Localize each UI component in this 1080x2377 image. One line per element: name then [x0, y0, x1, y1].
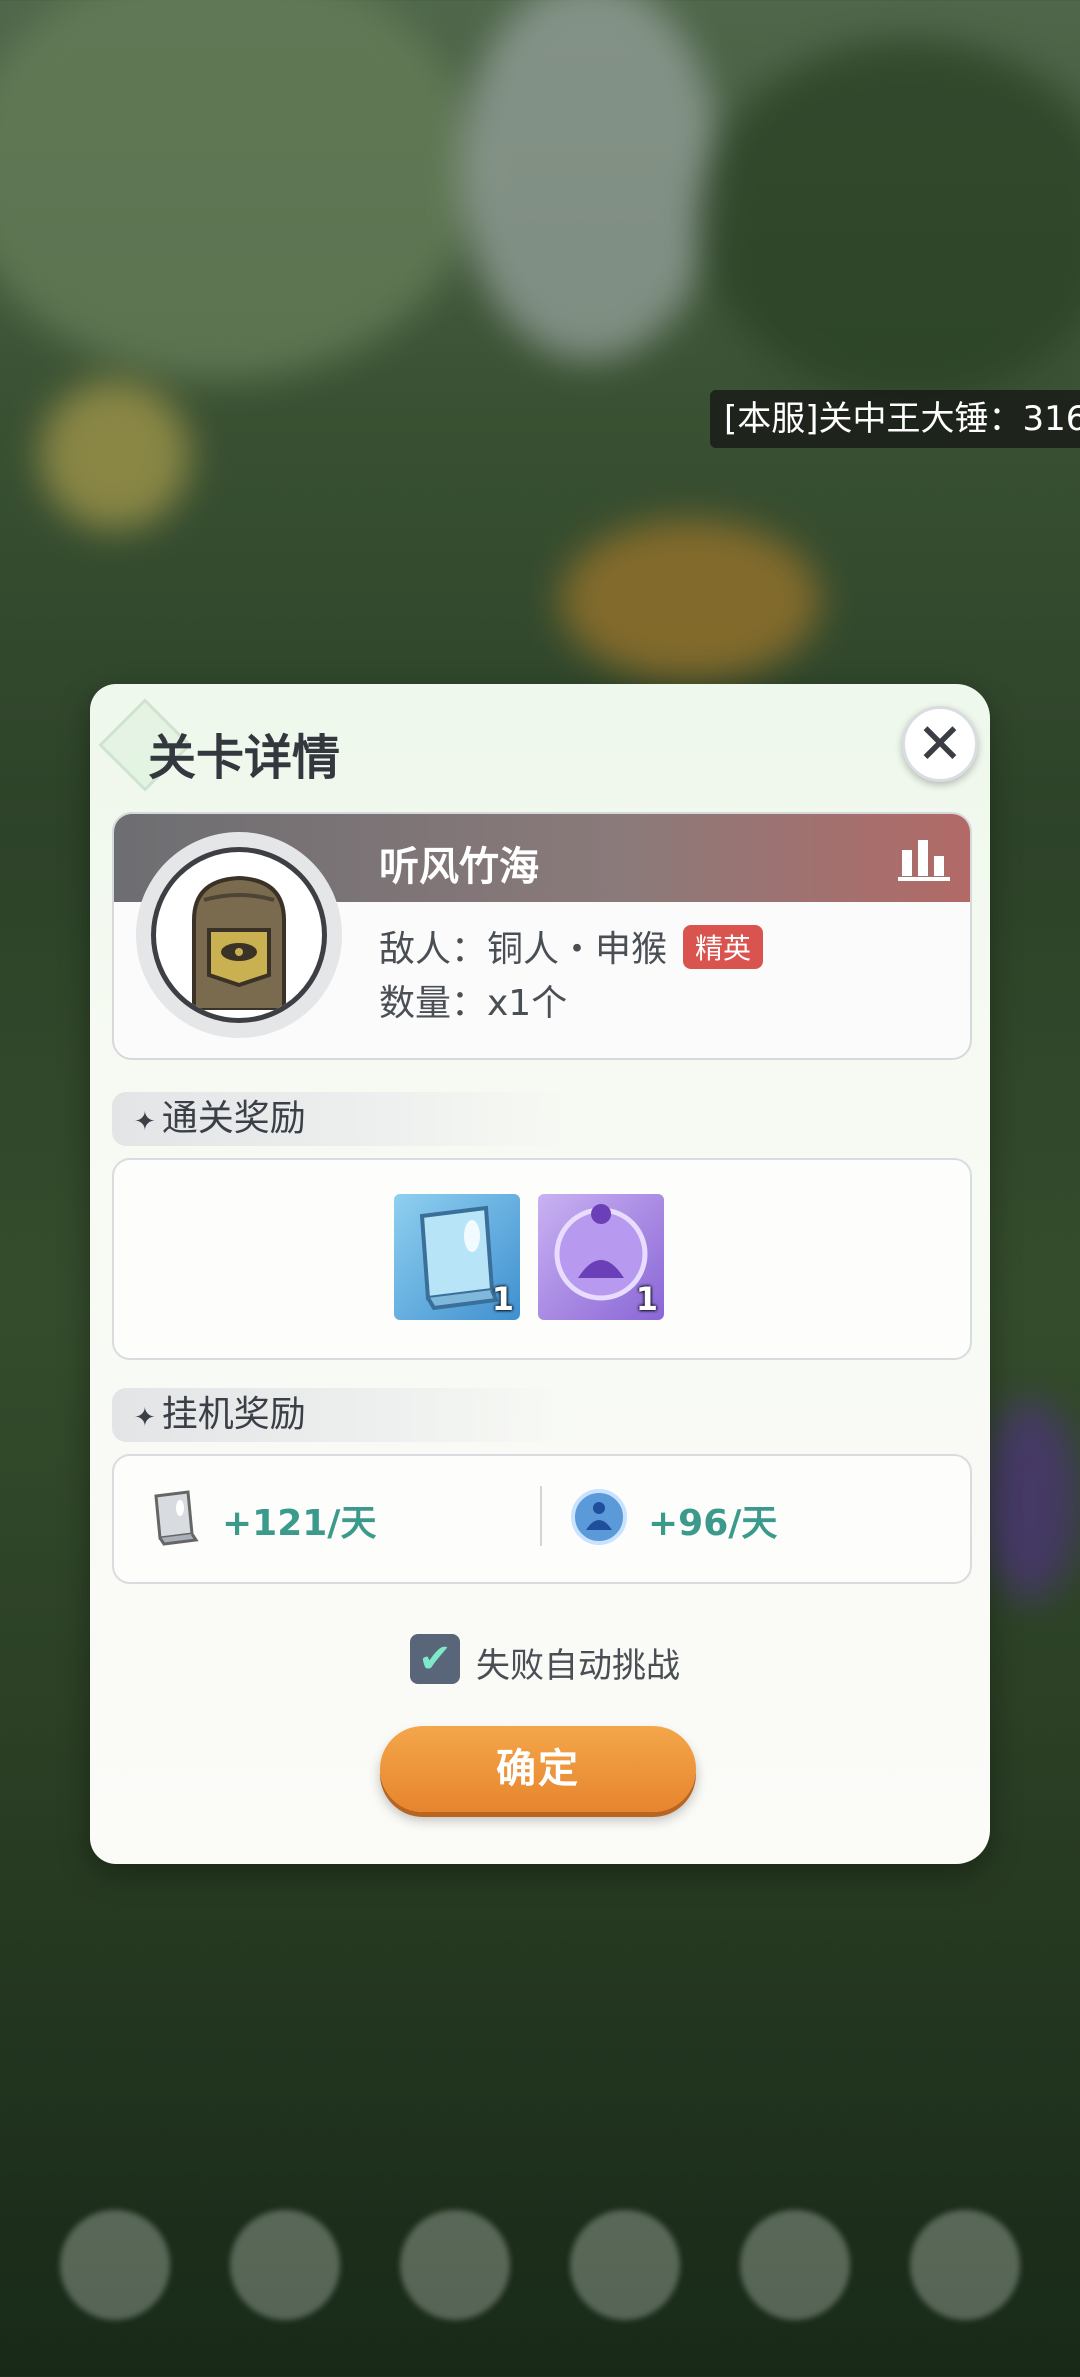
reward-item[interactable]: 1 [394, 1194, 520, 1320]
check-icon: ✔ [418, 1636, 452, 1682]
dialog-title: 关卡详情 [148, 730, 341, 786]
auto-challenge-checkbox[interactable]: ✔ [410, 1634, 460, 1684]
nav-item [570, 2210, 680, 2320]
auto-challenge-label[interactable]: 失败自动挑战 [476, 1638, 680, 1687]
nav-item [740, 2210, 850, 2320]
idle-divider [540, 1486, 542, 1546]
chat-message-text: [本服]关中王大锤：316 [724, 399, 1080, 439]
silver-book-icon [154, 1490, 199, 1546]
reward-qty: 1 [491, 1280, 514, 1318]
reward-qty: 1 [635, 1280, 658, 1318]
chat-message-bubble: [本服]关中王大锤：316 [710, 390, 1080, 448]
nav-item [910, 2210, 1020, 2320]
nav-item [60, 2210, 170, 2320]
bronze-mask-icon [192, 875, 286, 1010]
elite-badge: 精英 [683, 925, 764, 969]
bar-chart-icon[interactable] [896, 836, 952, 882]
idle-rewards-header: ✦ 挂机奖励 [112, 1388, 572, 1442]
enemy-avatar [151, 847, 327, 1023]
enemy-avatar-frame [136, 832, 342, 1038]
enemy-count: 数量：x1个 [379, 983, 568, 1024]
enemy-name: 敌人：铜人・申猴 [379, 929, 668, 970]
stage-info-card: 听风竹海 敌人：铜人・申猴 精英 数量：x1个 [112, 812, 972, 1060]
blue-orb-icon [571, 1489, 627, 1545]
confirm-button[interactable]: 确定 [380, 1726, 696, 1812]
idle-rewards-title: 挂机奖励 [161, 1394, 306, 1435]
nav-item [400, 2210, 510, 2320]
bottom-nav-blurred [0, 2210, 1080, 2330]
enemy-line: 敌人：铜人・申猴 精英 [379, 920, 764, 972]
idle-reward-value: +121/天 [222, 1503, 377, 1544]
diamond-bullet-icon: ✦ [134, 1403, 156, 1433]
diamond-bullet-icon: ✦ [134, 1107, 156, 1137]
reward-item[interactable]: 1 [538, 1194, 664, 1320]
stage-name: 听风竹海 [379, 844, 539, 890]
stage-detail-dialog: 关卡详情 ✕ 听风竹海 敌人：铜人・申猴 精英 数量：x1个 ✦ 通关奖励 1 … [90, 684, 990, 1864]
idle-rewards-box: +121/天 +96/天 [112, 1454, 972, 1584]
close-button[interactable]: ✕ [902, 706, 978, 782]
clear-rewards-box: 1 1 [112, 1158, 972, 1360]
nav-item [230, 2210, 340, 2320]
clear-rewards-title: 通关奖励 [161, 1098, 306, 1139]
close-icon: ✕ [916, 711, 964, 777]
idle-reward-value: +96/天 [648, 1503, 778, 1544]
clear-rewards-header: ✦ 通关奖励 [112, 1092, 572, 1146]
